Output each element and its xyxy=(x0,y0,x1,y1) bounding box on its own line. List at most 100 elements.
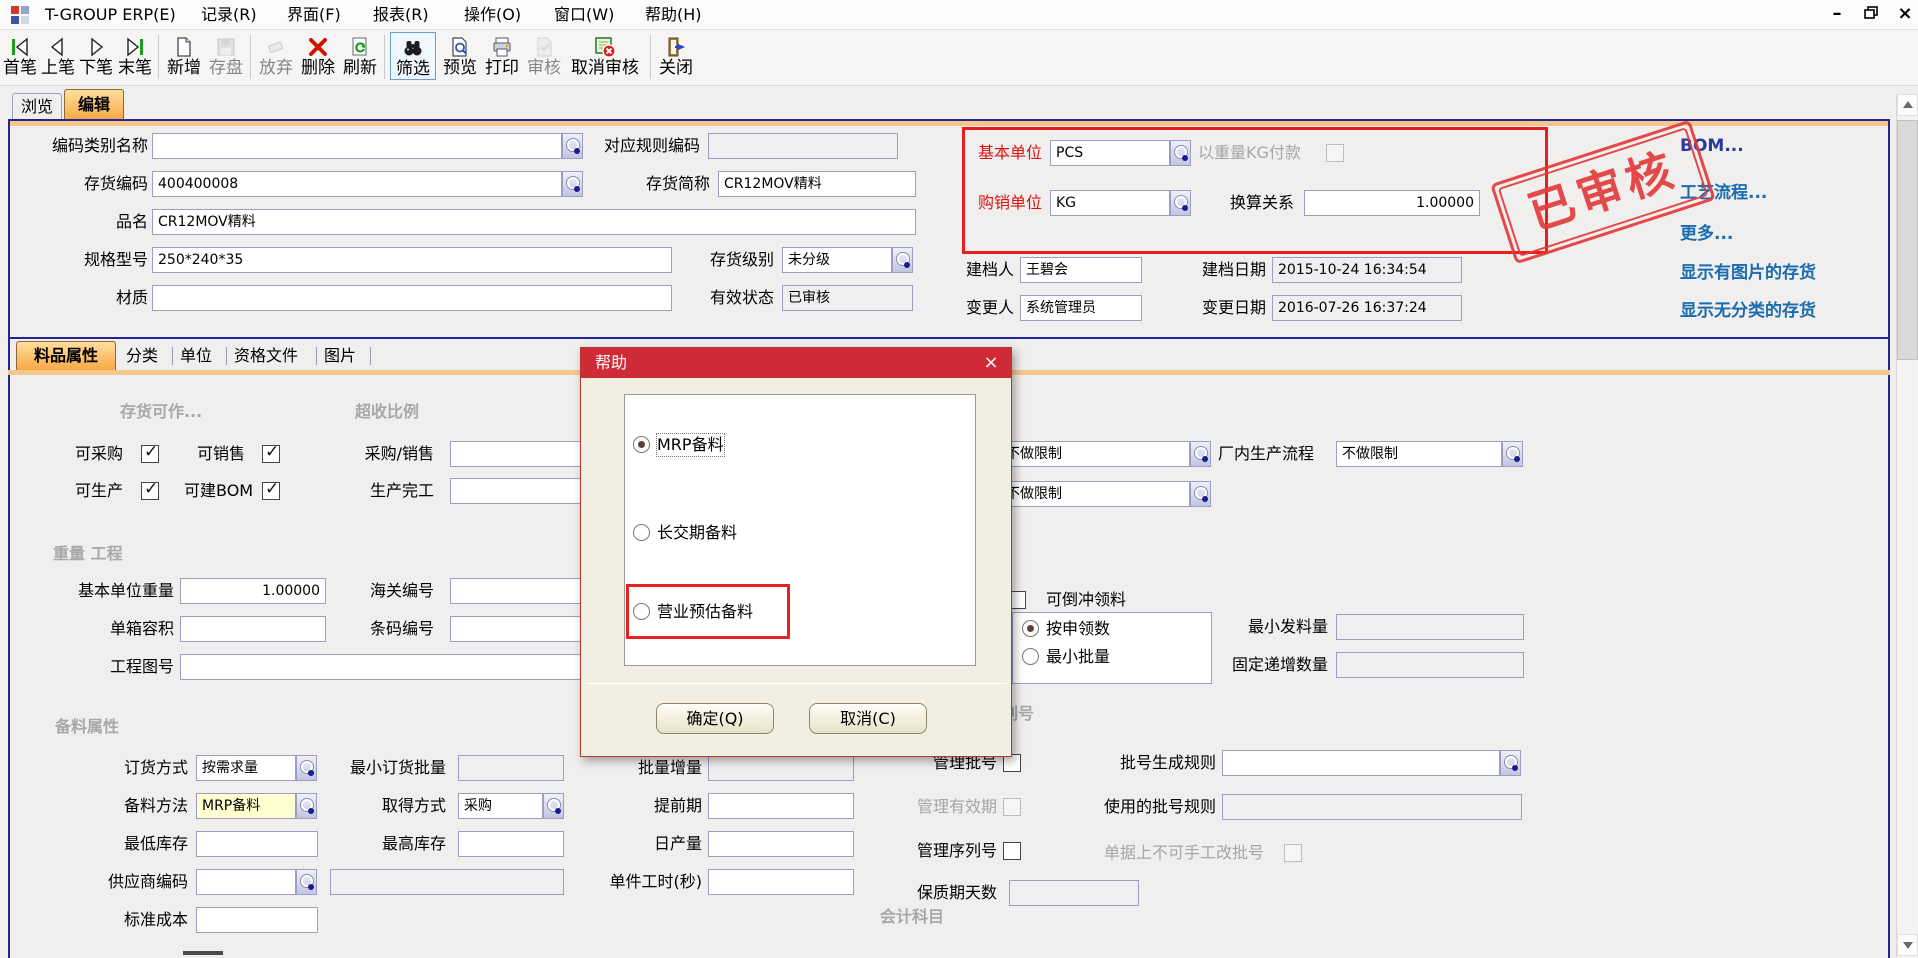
lookup-button[interactable] xyxy=(562,133,583,159)
lookup-button[interactable] xyxy=(296,869,317,895)
lookup-button[interactable] xyxy=(562,171,583,197)
min-stock-field[interactable] xyxy=(196,831,318,857)
toolbar-last-button[interactable]: 末笔 xyxy=(116,32,154,78)
toolbar-cancel-audit-button[interactable]: 取消审核 xyxy=(566,32,644,78)
dialog-close-icon[interactable]: × xyxy=(979,351,1003,375)
max-stock-field[interactable] xyxy=(458,831,564,857)
toolbar-save-button[interactable]: 存盘 xyxy=(206,32,246,78)
option-sales-estimate-radio[interactable] xyxy=(633,603,650,620)
subtab-qualification[interactable]: 资格文件 xyxy=(234,343,312,369)
link-show-with-images[interactable]: 显示有图片的存货 xyxy=(1680,258,1816,283)
unit-time-field[interactable] xyxy=(708,869,854,895)
option-mrp-label[interactable]: MRP备料 xyxy=(657,434,724,456)
menu-item-window[interactable]: 窗口(W) xyxy=(554,4,614,26)
restrict-a-field[interactable]: 不做限制 xyxy=(1000,441,1190,467)
toolbar-audit-button[interactable]: 审核 xyxy=(524,32,564,78)
toolbar-label: 预览 xyxy=(443,59,477,78)
cancel-audit-icon xyxy=(593,32,617,59)
batch-rule-label: 批号生成规则 xyxy=(1118,750,1216,776)
restrict-b-field[interactable]: 不做限制 xyxy=(1000,481,1190,507)
scrollbar-thumb[interactable] xyxy=(1897,120,1918,360)
toolbar-add-button[interactable]: 新增 xyxy=(164,32,204,78)
tab-edit[interactable]: 编辑 xyxy=(64,89,124,120)
option-mrp-radio[interactable] xyxy=(633,436,650,453)
toolbar-print-button[interactable]: 打印 xyxy=(482,32,522,78)
subtab-category[interactable]: 分类 xyxy=(126,343,166,369)
purchasable-checkbox[interactable] xyxy=(141,445,159,463)
producible-checkbox[interactable] xyxy=(141,482,159,500)
toolbar-close-button[interactable]: 关闭 xyxy=(656,32,696,78)
std-cost-field[interactable] xyxy=(196,907,318,933)
base-unit-field[interactable]: PCS xyxy=(1050,140,1170,166)
menu-item-record[interactable]: 记录(R) xyxy=(201,4,257,26)
acquire-mode-field[interactable]: 采购 xyxy=(458,793,543,819)
tab-browse[interactable]: 浏览 xyxy=(12,93,62,120)
menu-item-erp[interactable]: T-GROUP ERP(E) xyxy=(45,4,176,26)
toolbar-first-button[interactable]: 首笔 xyxy=(2,32,38,78)
lookup-button[interactable] xyxy=(892,247,913,273)
level-field[interactable]: 未分级 xyxy=(782,247,892,273)
subtab-item-attributes[interactable]: 料品属性 xyxy=(16,341,116,370)
conversion-field[interactable]: 1.00000 xyxy=(1304,190,1480,216)
code-category-field[interactable] xyxy=(152,133,562,159)
option-long-lead-radio[interactable] xyxy=(633,524,650,541)
subtab-picture[interactable]: 图片 xyxy=(324,343,364,369)
menu-item-ui[interactable]: 界面(F) xyxy=(287,4,341,26)
can-bom-checkbox[interactable] xyxy=(262,482,280,500)
lookup-button[interactable] xyxy=(296,793,317,819)
subtab-unit[interactable]: 单位 xyxy=(180,343,220,369)
lookup-button[interactable] xyxy=(1190,481,1211,507)
supplier-code-field[interactable] xyxy=(196,869,296,895)
scroll-up-button[interactable] xyxy=(1897,94,1918,116)
toolbar-delete-button[interactable]: 删除 xyxy=(298,32,338,78)
item-short-field[interactable]: CR12MOV精料 xyxy=(718,171,916,197)
min-batch-radio[interactable] xyxy=(1022,648,1039,665)
manage-serial-checkbox[interactable] xyxy=(1003,842,1021,860)
lookup-button[interactable] xyxy=(543,793,564,819)
toolbar-refresh-button[interactable]: 刷新 xyxy=(340,32,380,78)
lookup-button[interactable] xyxy=(1500,750,1521,776)
toolbar-discard-button[interactable]: 放弃 xyxy=(256,32,296,78)
toolbar-prev-button[interactable]: 上笔 xyxy=(40,32,76,78)
ok-button[interactable]: 确定(Q) xyxy=(656,703,774,734)
order-mode-field[interactable]: 按需求量 xyxy=(196,755,296,781)
scroll-down-button[interactable] xyxy=(1897,934,1918,956)
menu-item-action[interactable]: 操作(O) xyxy=(464,4,521,26)
trade-unit-field[interactable]: KG xyxy=(1050,190,1170,216)
spec-field[interactable]: 250*240*35 xyxy=(152,247,672,273)
minimize-button[interactable]: – xyxy=(1824,3,1850,27)
menu-item-report[interactable]: 报表(R) xyxy=(373,4,429,26)
link-show-unclassified[interactable]: 显示无分类的存货 xyxy=(1680,296,1816,321)
box-volume-field[interactable] xyxy=(180,616,326,642)
toolbar-label: 放弃 xyxy=(259,59,293,78)
cancel-button[interactable]: 取消(C) xyxy=(809,703,927,734)
option-long-lead-label[interactable]: 长交期备料 xyxy=(657,522,737,544)
lead-time-field[interactable] xyxy=(708,793,854,819)
daily-output-field[interactable] xyxy=(708,831,854,857)
lookup-button[interactable] xyxy=(1190,441,1211,467)
lookup-button[interactable] xyxy=(1170,140,1191,166)
material-field[interactable] xyxy=(152,285,672,311)
prep-method-field[interactable]: MRP备料 xyxy=(196,793,296,819)
vertical-scrollbar[interactable] xyxy=(1896,94,1917,958)
toolbar-preview-button[interactable]: 预览 xyxy=(440,32,480,78)
product-name-field[interactable]: CR12MOV精料 xyxy=(152,209,916,235)
item-code-field[interactable]: 400400008 xyxy=(152,171,562,197)
restore-button[interactable] xyxy=(1858,3,1884,27)
option-sales-estimate-label[interactable]: 营业预估备料 xyxy=(657,601,753,623)
factory-flow-field[interactable]: 不做限制 xyxy=(1336,441,1502,467)
sellable-checkbox[interactable] xyxy=(262,445,280,463)
by-request-radio[interactable] xyxy=(1022,620,1039,637)
menu-item-help[interactable]: 帮助(H) xyxy=(645,4,702,26)
base-unit-weight-field[interactable]: 1.00000 xyxy=(180,578,326,604)
toolbar-filter-button[interactable]: 筛选 xyxy=(390,32,436,80)
max-stock-label: 最高库存 xyxy=(362,831,446,857)
link-more[interactable]: 更多... xyxy=(1680,219,1733,244)
created-label: 建档日期 xyxy=(1148,257,1266,283)
lookup-button[interactable] xyxy=(1170,190,1191,216)
batch-rule-field[interactable] xyxy=(1222,750,1500,776)
toolbar-next-button[interactable]: 下笔 xyxy=(78,32,114,78)
lookup-button[interactable] xyxy=(1502,441,1523,467)
lookup-button[interactable] xyxy=(296,755,317,781)
close-button[interactable]: × xyxy=(1892,3,1918,27)
